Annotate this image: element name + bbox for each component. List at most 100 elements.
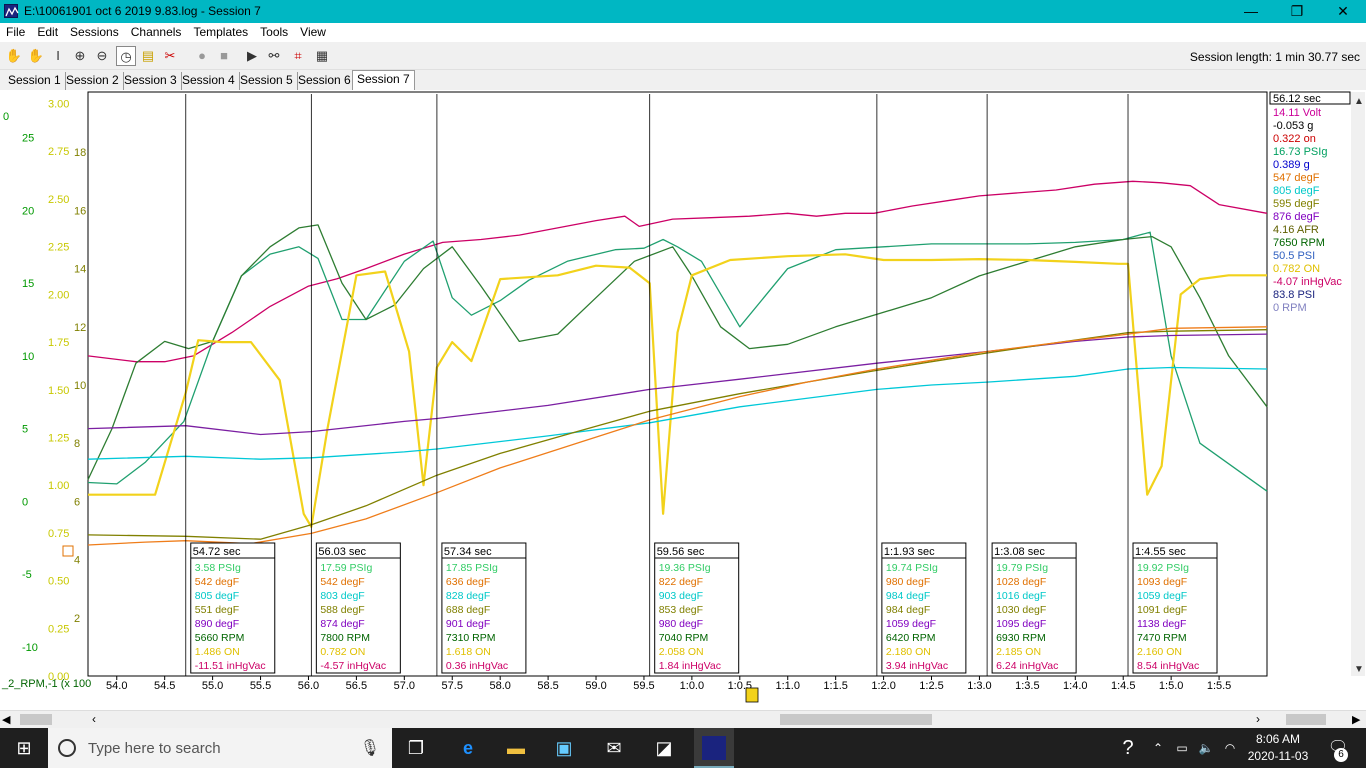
stopwatch-icon[interactable]: ◷ <box>116 46 136 66</box>
binoculars-icon[interactable]: ⚯ <box>264 46 284 66</box>
zoom-out-icon[interactable]: ⊖ <box>92 46 112 66</box>
cursor-readout-entry: 0.322 on <box>1273 133 1316 145</box>
record-icon[interactable]: ● <box>192 46 212 66</box>
menu-file[interactable]: File <box>0 23 31 41</box>
title-bar: E:\10061901 oct 6 2019 9.83.log - Sessio… <box>0 0 1366 23</box>
x-tick-label: 1:3.0 <box>967 680 991 692</box>
marker-value: 1091 degF <box>1137 604 1187 616</box>
marker-value: 542 degF <box>320 576 364 588</box>
marker-value: 688 degF <box>446 604 490 616</box>
menu-channels[interactable]: Channels <box>125 23 188 41</box>
vertical-scrollbar <box>1351 92 1365 676</box>
edge-icon[interactable]: e <box>456 736 480 760</box>
taskbar-search[interactable]: Type here to search 🎙 <box>48 728 392 768</box>
axis-olive-tick: 18 <box>74 147 86 159</box>
marker-value: 7800 RPM <box>320 632 370 644</box>
scroll-thumb[interactable] <box>780 714 932 725</box>
battery-icon[interactable]: ▭ <box>1170 736 1194 760</box>
sticky-notes-icon[interactable]: ◪ <box>652 736 676 760</box>
axis-gold-tick: 0.25 <box>48 623 69 635</box>
cursor-readout-entry: 0.389 g <box>1273 159 1310 171</box>
marker-value: 901 degF <box>446 618 490 630</box>
cursor-readout-entry: 805 degF <box>1273 185 1320 197</box>
marker-time: 1:4.55 sec <box>1135 546 1186 558</box>
hand-disabled-icon[interactable]: ✋ <box>26 46 46 66</box>
axis-olive-tick: 16 <box>74 205 86 217</box>
menu-sessions[interactable]: Sessions <box>64 23 125 41</box>
microphone-icon[interactable]: 🎙 <box>360 738 380 758</box>
tab-session-5[interactable]: Session 5 <box>236 72 298 90</box>
x-tick-label: 1:2.5 <box>919 680 943 692</box>
marker-value: 1059 degF <box>886 618 936 630</box>
minimize-button[interactable]: — <box>1228 0 1274 23</box>
zoom-in-icon[interactable]: ⊕ <box>70 46 90 66</box>
text-cursor-icon[interactable]: I <box>48 46 68 66</box>
cursor-readout-entry: 50.5 PSI <box>1273 250 1315 262</box>
file-explorer-icon[interactable]: ▬ <box>504 736 528 760</box>
chart-svg[interactable]: 25 20 15 10 5 0 -5 -10 0 3.00 2.75 2.50 2.25 2.00 1.75… <box>0 90 1366 710</box>
chart-icon[interactable]: ⌗ <box>288 46 308 66</box>
tab-session-3[interactable]: Session 3 <box>120 72 182 90</box>
notes-icon[interactable]: ▤ <box>138 46 158 66</box>
marker-value: 984 degF <box>886 590 930 602</box>
clock[interactable]: 8:06 AM 2020-11-03 <box>1238 731 1318 765</box>
axis-green-tick: 25 <box>22 133 34 145</box>
marker-value: 2.160 ON <box>1137 646 1182 658</box>
tab-session-4[interactable]: Session 4 <box>178 72 240 90</box>
menu-edit[interactable]: Edit <box>31 23 64 41</box>
tab-session-6[interactable]: Session 6 <box>294 72 356 90</box>
marker-value: 8.54 inHgVac <box>1137 660 1199 672</box>
scroll-left-icon[interactable]: ◀ <box>2 713 10 726</box>
marker-value: 1059 degF <box>1137 590 1187 602</box>
scroll-thumb-left[interactable] <box>20 714 52 725</box>
close-button[interactable]: ✕ <box>1320 0 1366 23</box>
mail-icon[interactable]: ✉ <box>602 736 626 760</box>
search-placeholder: Type here to search <box>88 740 221 757</box>
task-view-icon[interactable]: ❐ <box>404 736 428 760</box>
legend-swatch-icon <box>62 545 74 557</box>
scroll-thumb-right[interactable] <box>1286 714 1326 725</box>
windows-start-icon[interactable]: ⊞ <box>12 736 36 760</box>
axis-green-tick: 15 <box>22 278 34 290</box>
tab-session-7[interactable]: Session 7 <box>352 70 415 90</box>
datalogger-app-icon[interactable] <box>694 728 734 768</box>
play-icon[interactable]: ▶ <box>242 46 262 66</box>
app-icon <box>4 4 19 18</box>
chart-area[interactable]: 25 20 15 10 5 0 -5 -10 0 3.00 2.75 2.50 2.25 2.00 1.75… <box>0 90 1366 710</box>
marker-value: 874 degF <box>320 618 364 630</box>
tab-session-1[interactable]: Session 1 <box>4 72 66 90</box>
grid-icon[interactable]: ▦ <box>312 46 332 66</box>
axis-gold-tick: 0.75 <box>48 528 69 540</box>
marker-value: 7310 RPM <box>446 632 496 644</box>
scroll-right-inner-icon[interactable]: › <box>1256 712 1260 726</box>
x-tick-label: 58.5 <box>537 680 558 692</box>
clock-date: 2020-11-03 <box>1247 749 1309 763</box>
menu-tools[interactable]: Tools <box>254 23 294 41</box>
cursor-readout-entry: 7650 RPM <box>1273 237 1325 249</box>
marker-value: 822 degF <box>659 576 703 588</box>
marker-value: 853 degF <box>659 604 703 616</box>
menu-view[interactable]: View <box>294 23 332 41</box>
stop-icon[interactable]: ■ <box>214 46 234 66</box>
marker-value: 3.58 PSIg <box>195 562 241 574</box>
chevron-up-icon[interactable]: ⌃ <box>1146 736 1170 760</box>
axis-olive-tick: 4 <box>74 555 80 567</box>
axis-gold-tick: 2.00 <box>48 289 69 301</box>
horizontal-scrollbar[interactable]: ◀ ‹ › ▶ <box>0 710 1366 727</box>
scroll-left-inner-icon[interactable]: ‹ <box>92 712 96 726</box>
marker-value: 984 degF <box>886 604 930 616</box>
cursor-readout-entry: 83.8 PSI <box>1273 289 1315 301</box>
tab-session-2[interactable]: Session 2 <box>62 72 124 90</box>
marker-time: 1:3.08 sec <box>994 546 1045 558</box>
maximize-button[interactable]: ❐ <box>1274 0 1320 23</box>
store-icon[interactable]: ▣ <box>552 736 576 760</box>
help-icon[interactable]: ? <box>1116 736 1140 760</box>
scroll-right-icon[interactable]: ▶ <box>1352 713 1360 726</box>
marker-value: 588 degF <box>320 604 364 616</box>
axis-gold-tick: 1.25 <box>48 432 69 444</box>
volume-icon[interactable]: 🔈 <box>1194 736 1218 760</box>
hand-icon[interactable]: ✋ <box>4 46 24 66</box>
menu-templates[interactable]: Templates <box>187 23 254 41</box>
scissors-icon[interactable]: ✂ <box>160 46 180 66</box>
axis-olive-tick: 10 <box>74 380 86 392</box>
